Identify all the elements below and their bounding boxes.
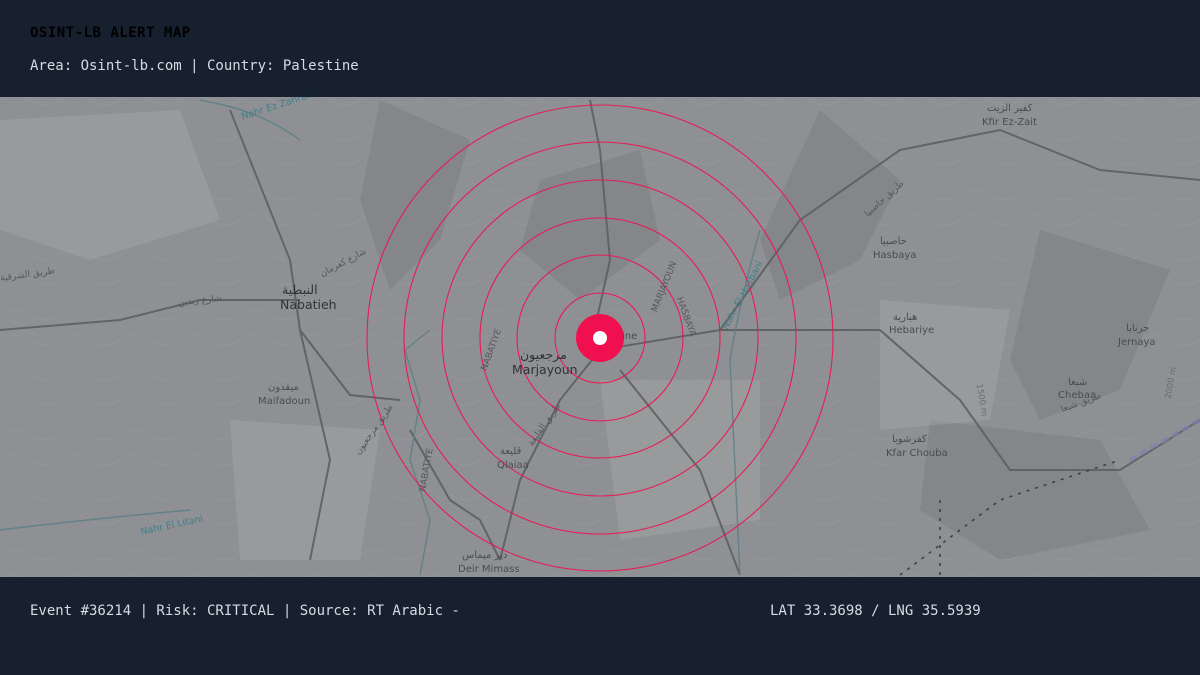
place-label-jernaya-ar: جرنايا — [1126, 323, 1150, 334]
place-label-kfarchouba-ar: كفرشوبا — [892, 434, 927, 445]
place-label-deirmimass-en: Deir Mimass — [458, 564, 520, 575]
place-label-hebariye-ar: هبارية — [893, 312, 918, 323]
place-label-qlaiaa-ar: قليعة — [500, 446, 522, 457]
place-label-maifadoun-en: Maifadoun — [258, 396, 311, 407]
place-label-deirmimass-ar: دير ميماس — [462, 550, 508, 561]
place-label-hasbaya-en: Hasbaya — [873, 250, 917, 261]
place-label-marjayoun-ar: مرجعيون — [520, 347, 567, 362]
footer-bar — [0, 577, 1200, 675]
place-label-qlaiaa-en: Qlaiaa — [497, 460, 529, 471]
place-label-jernaya-en: Jernaya — [1118, 337, 1156, 348]
place-label-maifadoun-ar: ميفدون — [268, 382, 299, 393]
place-label-marjayoun-en: Marjayoun — [512, 362, 578, 377]
place-label-hasbaya-ar: حاصبيا — [880, 236, 907, 247]
area-subtitle: Area: Osint-lb.com | Country: Palestine — [30, 58, 359, 74]
alert-target-icon[interactable] — [576, 314, 624, 362]
header-bar — [0, 0, 1200, 97]
place-label-khiam-partial: ine — [622, 331, 638, 342]
place-label-kfirezzait-ar: كفير الزيت — [987, 103, 1033, 114]
place-label-chebaa-ar: شبعا — [1068, 377, 1088, 388]
terrain-map[interactable] — [0, 0, 1200, 675]
place-label-nabatieh-ar: النبطية — [282, 282, 318, 297]
place-label-kfirezzait-en: Kfir Ez-Zait — [982, 117, 1037, 128]
event-info: Event #36214 | Risk: CRITICAL | Source: … — [30, 603, 460, 619]
page-title: OSINT-LB ALERT MAP — [30, 25, 191, 41]
coordinates-readout: LAT 33.3698 / LNG 35.5939 — [770, 603, 981, 619]
place-label-kfarchouba-en: Kfar Chouba — [886, 448, 948, 459]
place-label-hebariye-en: Hebariye — [889, 325, 935, 336]
place-label-nabatieh-en: Nabatieh — [280, 297, 337, 312]
